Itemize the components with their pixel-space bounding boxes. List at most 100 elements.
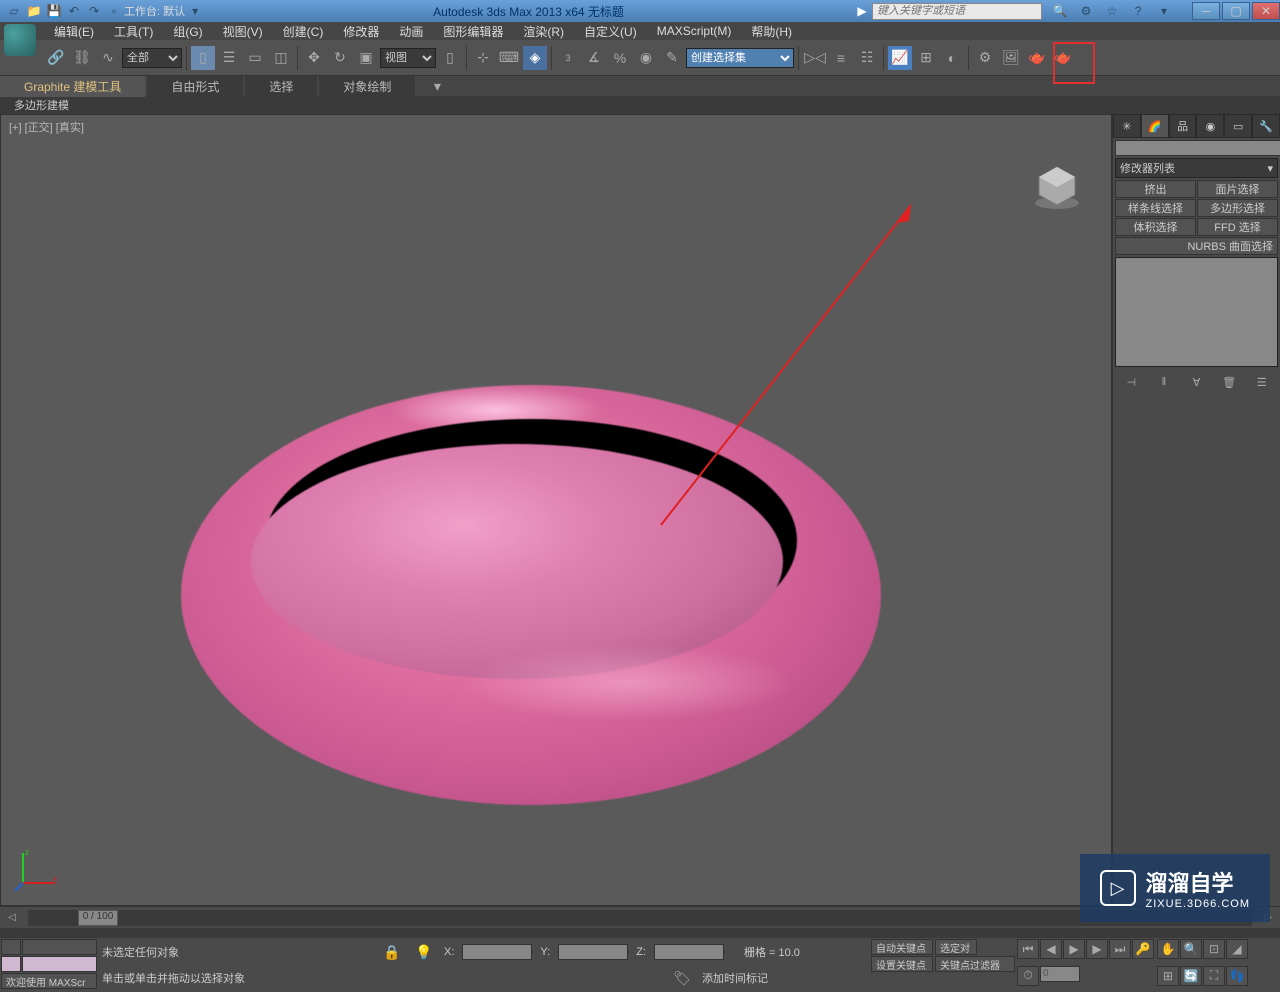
time-thumb[interactable]: 0 / 100 [78,910,118,926]
selected-label[interactable]: 选定对 [935,939,977,955]
manipulate-icon[interactable]: ⊹ [471,46,495,70]
bind-icon[interactable]: ∿ [96,46,120,70]
chevron-right-icon[interactable]: ▶ [852,2,872,20]
menu-customize[interactable]: 自定义(U) [574,23,647,40]
viewport-label[interactable]: [+] [正交] [真实] [9,119,84,135]
rect-select-icon[interactable]: ▭ [243,46,267,70]
menu-view[interactable]: 视图(V) [213,23,273,40]
isolate-icon[interactable]: 💡 [412,940,436,964]
keyboard-shortcut-icon[interactable]: ⌨ [497,46,521,70]
curve-editor-icon[interactable]: 📈 [888,46,912,70]
chevron-down-icon[interactable]: ▾ [1154,2,1174,20]
ribbon-tab-freeform[interactable]: 自由形式 [147,76,243,97]
snap-toggle-icon[interactable]: ◈ [523,46,547,70]
unlink-icon[interactable]: ⛓ [70,46,94,70]
workspace-label[interactable]: 工作台: 默认 [124,2,185,20]
next-frame-icon[interactable]: ▶ [1086,939,1108,959]
goto-end-icon[interactable]: ⏭ [1109,939,1131,959]
schematic-icon[interactable]: ⊞ [914,46,938,70]
mod-poly-select[interactable]: 多边形选择 [1197,199,1278,217]
spinner-snap-icon[interactable]: ◉ [634,46,658,70]
snap-3d-icon[interactable]: 3 [556,46,580,70]
workspace-icon[interactable]: ▫ [104,2,124,20]
auto-key-button[interactable]: 自动关键点 [871,939,933,955]
zoom-extents-icon[interactable]: ⊞ [1157,966,1179,986]
pivot-icon[interactable]: ▯ [438,46,462,70]
y-input[interactable] [558,944,628,960]
pin-stack-icon[interactable]: ⊣ [1121,373,1141,391]
menu-maxscript[interactable]: MAXScript(M) [647,24,742,38]
cart-icon[interactable]: ⚙ [1076,2,1096,20]
menu-create[interactable]: 创建(C) [273,23,334,40]
redo-icon[interactable]: ↷ [84,2,104,20]
show-end-icon[interactable]: ‖ [1154,373,1174,391]
dropdown-icon[interactable]: ▾ [185,2,205,20]
goto-start-icon[interactable]: ⏮ [1017,939,1039,959]
menu-graph-editors[interactable]: 图形编辑器 [433,23,513,40]
ribbon-tab-graphite[interactable]: Graphite 建模工具 [0,76,145,97]
mod-extrude[interactable]: 挤出 [1115,180,1196,198]
x-input[interactable] [462,944,532,960]
viewport[interactable]: [+] [正交] [真实] z x [0,114,1112,906]
prompt-icon[interactable] [1,956,21,972]
zoom-all-icon[interactable]: ⊡ [1203,939,1225,959]
move-icon[interactable]: ✥ [302,46,326,70]
mod-spline-select[interactable]: 样条线选择 [1115,199,1196,217]
display-tab-icon[interactable]: ▭ [1224,114,1252,138]
scale-icon[interactable]: ▣ [354,46,378,70]
mod-ffd-select[interactable]: FFD 选择 [1197,218,1278,236]
axis-gizmo[interactable]: z x [13,845,61,893]
unique-icon[interactable]: ∀ [1186,373,1206,391]
minimize-button[interactable]: ─ [1192,2,1220,20]
key-filter-button[interactable]: 关键点过滤器 [935,956,1015,972]
menu-rendering[interactable]: 渲染(R) [513,23,574,40]
align-icon[interactable]: ≡ [829,46,853,70]
new-icon[interactable]: ▱ [4,2,24,20]
menu-animation[interactable]: 动画 [389,23,433,40]
link-icon[interactable]: 🔗 [44,46,68,70]
selection-filter[interactable]: 全部 [122,48,182,68]
menu-modifiers[interactable]: 修改器 [333,23,389,40]
hierarchy-tab-icon[interactable]: 品 [1169,114,1197,138]
menu-help[interactable]: 帮助(H) [741,23,802,40]
menu-group[interactable]: 组(G) [163,23,212,40]
edit-named-icon[interactable]: ✎ [660,46,684,70]
motion-tab-icon[interactable]: ◉ [1196,114,1224,138]
macro-rec-icon[interactable] [22,939,97,955]
undo-icon[interactable]: ↶ [64,2,84,20]
render-prod-icon[interactable]: 🫖 [1051,46,1075,70]
time-tag-icon[interactable]: 🏷 [670,966,694,990]
ribbon-tab-paint[interactable]: 对象绘制 [319,76,415,97]
z-input[interactable] [654,944,724,960]
time-track[interactable]: 0 / 100 [28,910,1252,926]
search-input[interactable] [872,3,1042,20]
layers-icon[interactable]: ☷ [855,46,879,70]
window-crossing-icon[interactable]: ◫ [269,46,293,70]
mod-nurbs-select[interactable]: NURBS 曲面选择 [1115,237,1278,255]
set-key-button[interactable]: 设置关键点 [871,956,933,972]
ribbon-sub[interactable]: 多边形建模 [0,96,1280,114]
percent-snap-icon[interactable]: % [608,46,632,70]
prev-frame-icon[interactable]: ◀ [1040,939,1062,959]
walk-icon[interactable]: 👣 [1226,966,1248,986]
material-editor-icon[interactable]: ◐ [940,46,964,70]
ref-coord[interactable]: 视图 [380,48,436,68]
menu-tools[interactable]: 工具(T) [104,23,163,40]
rotate-icon[interactable]: ↻ [328,46,352,70]
time-config-icon[interactable]: ⏱ [1017,966,1039,986]
menu-edit[interactable]: 编辑(E) [44,23,104,40]
mirror-icon[interactable]: ▷◁ [803,46,827,70]
pan-icon[interactable]: ✋ [1157,939,1179,959]
viewcube[interactable] [1027,155,1087,215]
time-ruler[interactable] [0,928,1280,938]
select-name-icon[interactable]: ☰ [217,46,241,70]
mod-patch-select[interactable]: 面片选择 [1197,180,1278,198]
time-tag-label[interactable]: 添加时间标记 [702,970,768,986]
remove-mod-icon[interactable]: 🗑 [1219,373,1239,391]
render-setup-icon[interactable]: ⚙ [973,46,997,70]
scene-object-bowl[interactable] [181,385,881,805]
ribbon-minimize-icon[interactable]: ▾ [425,74,449,98]
fov-icon[interactable]: ◢ [1226,939,1248,959]
render-icon[interactable]: 🫖 [1025,46,1049,70]
timeline-prev-icon[interactable]: ◁ [0,906,24,930]
